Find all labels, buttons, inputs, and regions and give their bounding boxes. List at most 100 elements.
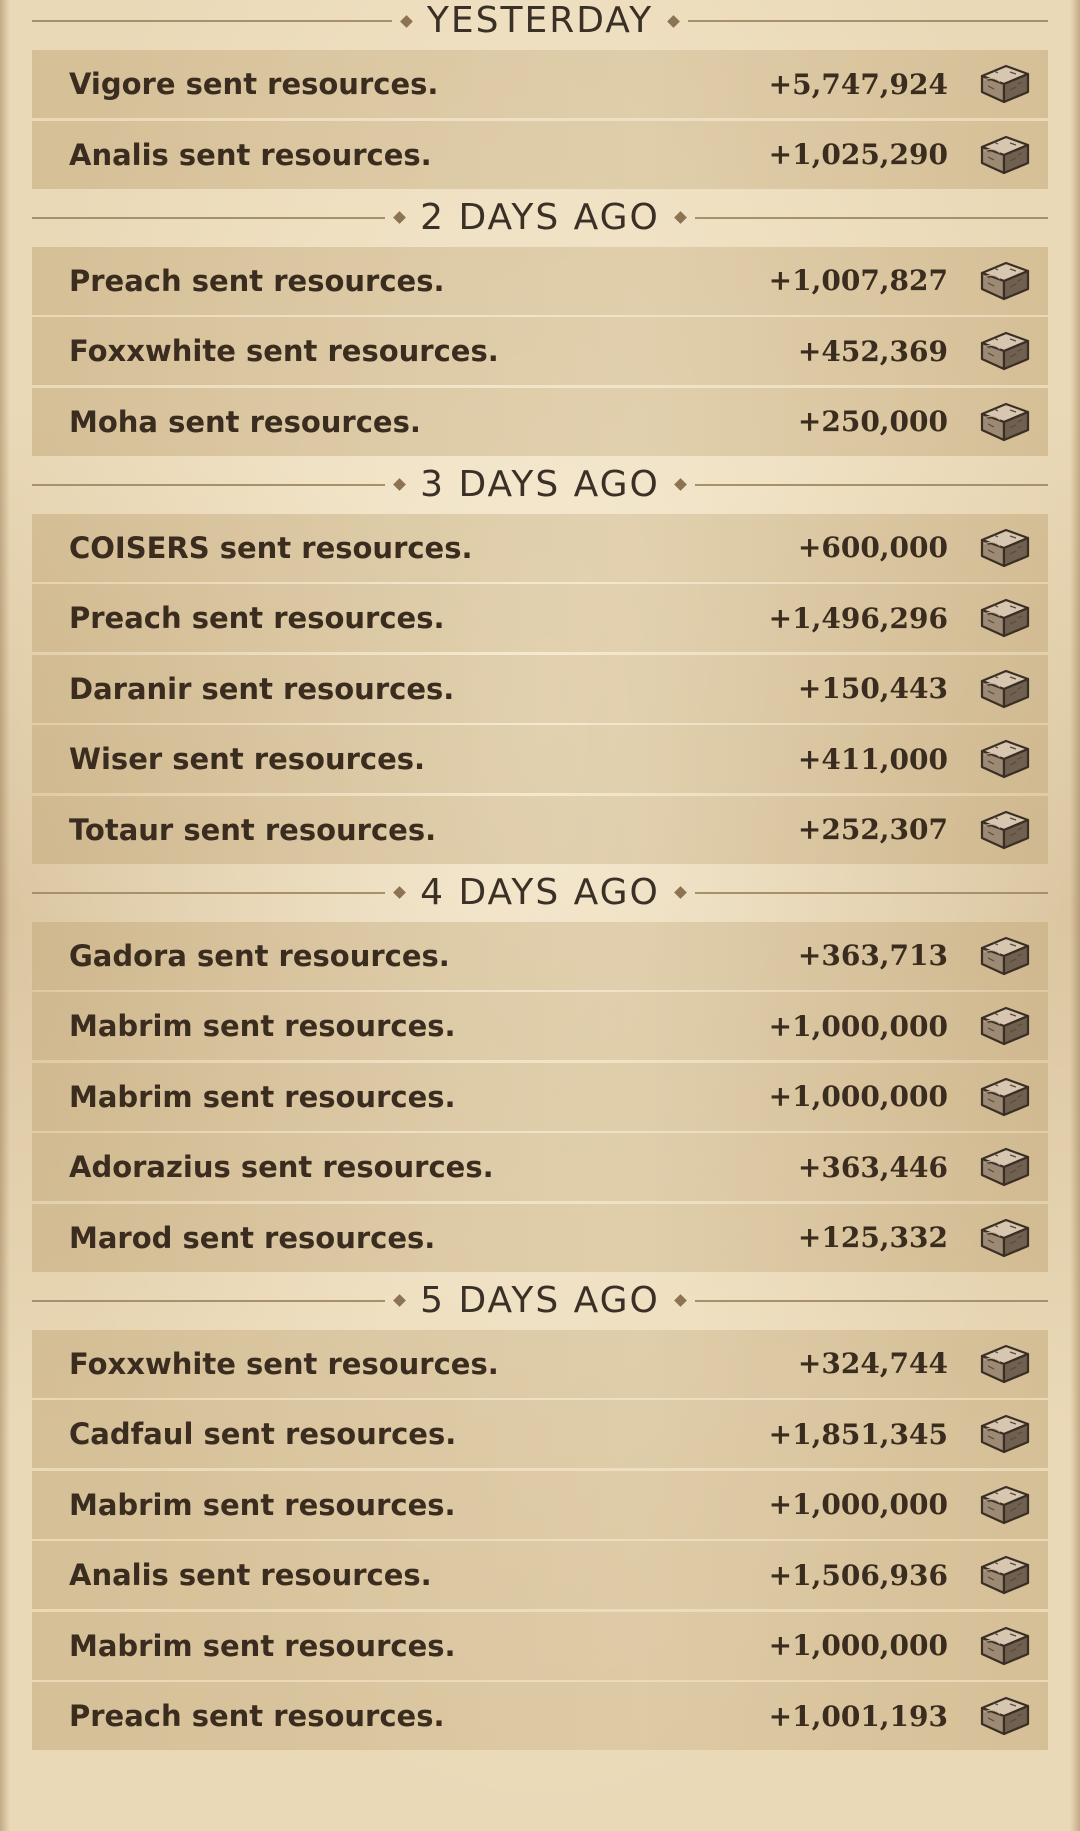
resource-log-row[interactable]: Foxxwhite sent resources. +452,369	[32, 317, 1048, 385]
resource-message: Preach sent resources.	[69, 1699, 445, 1733]
resource-amount: +1,506,936	[768, 1558, 948, 1592]
resource-amount: +1,000,000	[768, 1080, 948, 1113]
resource-message: Wiser sent resources.	[69, 742, 426, 776]
resource-log-row[interactable]: Marod sent resources. +125,332	[32, 1203, 1048, 1272]
stone-block-icon	[980, 936, 1030, 975]
resource-amount: +5,747,924	[768, 67, 948, 101]
header-divider-right	[694, 216, 1048, 219]
resource-log-row[interactable]: Cadfaul sent resources. +1,851,345	[32, 1400, 1048, 1468]
day-section-header: YESTERDAY	[32, 0, 1048, 44]
resource-message: Analis sent resources.	[69, 1558, 432, 1592]
resource-message: Gadora sent resources.	[69, 938, 450, 973]
resource-amount: +125,332	[797, 1221, 948, 1254]
header-divider-left	[32, 216, 386, 219]
resource-message: Mabrim sent resources.	[69, 1009, 456, 1043]
resource-amount: +452,369	[797, 334, 948, 368]
resource-log-row[interactable]: Wiser sent resources. +411,000	[32, 725, 1048, 793]
resource-message: Totaur sent resources.	[69, 812, 437, 847]
resource-amount: +252,307	[797, 813, 948, 846]
resource-amount: +1,000,000	[768, 1629, 948, 1662]
stone-block-icon	[980, 1485, 1030, 1524]
resource-message: Mabrim sent resources.	[69, 1079, 456, 1114]
resource-log-row[interactable]: Moha sent resources. +250,000	[32, 387, 1048, 456]
stone-block-icon	[980, 598, 1030, 638]
resource-log-row[interactable]: Gadora sent resources. +363,713	[32, 921, 1048, 990]
resource-message: Vigore sent resources.	[69, 67, 439, 101]
resource-log-row[interactable]: Preach sent resources. +1,001,193	[32, 1682, 1048, 1750]
resource-log-row[interactable]: COISERS sent resources. +600,000	[32, 513, 1048, 582]
day-section-title: 5 DAYS AGO	[420, 1279, 660, 1321]
resource-message: COISERS sent resources.	[69, 530, 473, 565]
resource-amount: +363,713	[797, 939, 948, 972]
diamond-ornament-icon	[393, 1294, 406, 1307]
stone-block-icon	[980, 1147, 1030, 1187]
diamond-ornament-icon	[393, 211, 406, 224]
day-section-header: 4 DAYS AGO	[32, 870, 1048, 916]
diamond-ornament-icon	[674, 886, 687, 899]
header-divider-right	[694, 483, 1048, 486]
stone-block-icon	[980, 810, 1030, 849]
resource-message: Mabrim sent resources.	[69, 1628, 456, 1663]
diamond-ornament-icon	[393, 478, 406, 491]
stone-block-icon	[980, 1077, 1030, 1116]
parchment-edge-left	[0, 0, 10, 1831]
resource-log-row[interactable]: Mabrim sent resources. +1,000,000	[32, 1611, 1048, 1680]
resource-log-row[interactable]: Analis sent resources. +1,506,936	[32, 1541, 1048, 1609]
stone-block-icon	[980, 1555, 1030, 1595]
stone-block-icon	[980, 528, 1030, 567]
stone-block-icon	[980, 1218, 1030, 1257]
day-section-header: 2 DAYS AGO	[32, 195, 1048, 241]
stone-block-icon	[980, 1626, 1030, 1665]
stone-block-icon	[980, 739, 1030, 779]
header-divider-left	[32, 483, 386, 486]
resource-log-row[interactable]: Preach sent resources. +1,007,827	[32, 246, 1048, 315]
resource-amount: +1,025,290	[768, 138, 948, 171]
day-section-title: 2 DAYS AGO	[420, 196, 660, 238]
diamond-ornament-icon	[667, 14, 680, 28]
day-section-header: 5 DAYS AGO	[32, 1278, 1048, 1324]
resource-message: Foxxwhite sent resources.	[69, 334, 499, 368]
resource-message: Adorazius sent resources.	[69, 1150, 494, 1184]
stone-block-icon	[980, 64, 1030, 104]
stone-block-icon	[980, 135, 1030, 174]
resource-log-row[interactable]: Preach sent resources. +1,496,296	[32, 584, 1048, 652]
resource-log-row[interactable]: Vigore sent resources. +5,747,924	[32, 50, 1048, 118]
resource-amount: +150,443	[797, 672, 948, 705]
stone-block-icon	[980, 1696, 1030, 1736]
resource-amount: +600,000	[797, 531, 948, 564]
resource-log-row[interactable]: Mabrim sent resources. +1,000,000	[32, 1470, 1048, 1539]
day-section-title: 4 DAYS AGO	[420, 871, 660, 913]
stone-block-icon	[980, 261, 1030, 300]
resource-log-row[interactable]: Totaur sent resources. +252,307	[32, 795, 1048, 864]
resource-log-row[interactable]: Mabrim sent resources. +1,000,000	[32, 1062, 1048, 1131]
resource-message: Preach sent resources.	[69, 263, 445, 298]
resource-amount: +1,851,345	[768, 1417, 948, 1451]
resource-message: Preach sent resources.	[69, 601, 445, 635]
resource-message: Daranir sent resources.	[69, 671, 455, 706]
resource-log-row[interactable]: Mabrim sent resources. +1,000,000	[32, 992, 1048, 1060]
diamond-ornament-icon	[674, 211, 687, 224]
resource-amount: +1,007,827	[768, 264, 948, 297]
resource-amount: +411,000	[797, 742, 948, 776]
stone-block-icon	[980, 1344, 1030, 1383]
header-divider-right	[694, 891, 1048, 894]
resource-amount: +1,001,193	[768, 1699, 948, 1733]
header-divider-right	[688, 20, 1048, 22]
resource-log-row[interactable]: Foxxwhite sent resources. +324,744	[32, 1329, 1048, 1398]
day-section-title: 3 DAYS AGO	[420, 463, 660, 505]
resource-amount: +363,446	[797, 1150, 948, 1184]
day-section-title: YESTERDAY	[426, 0, 654, 41]
header-divider-right	[694, 1299, 1048, 1302]
header-divider-left	[32, 20, 392, 22]
resource-log-row[interactable]: Daranir sent resources. +150,443	[32, 654, 1048, 723]
resource-message: Analis sent resources.	[69, 137, 432, 172]
resource-log-row[interactable]: Analis sent resources. +1,025,290	[32, 120, 1048, 189]
resource-message: Moha sent resources.	[69, 404, 421, 439]
resource-amount: +324,744	[797, 1347, 948, 1380]
parchment-edge-right	[1070, 0, 1080, 1831]
diamond-ornament-icon	[674, 478, 687, 491]
resource-log-row[interactable]: Adorazius sent resources. +363,446	[32, 1133, 1048, 1201]
stone-block-icon	[980, 1006, 1030, 1046]
resource-log[interactable]: YESTERDAY Vigore sent resources. +5,747,…	[32, 0, 1048, 1753]
resource-message: Cadfaul sent resources.	[69, 1417, 457, 1451]
